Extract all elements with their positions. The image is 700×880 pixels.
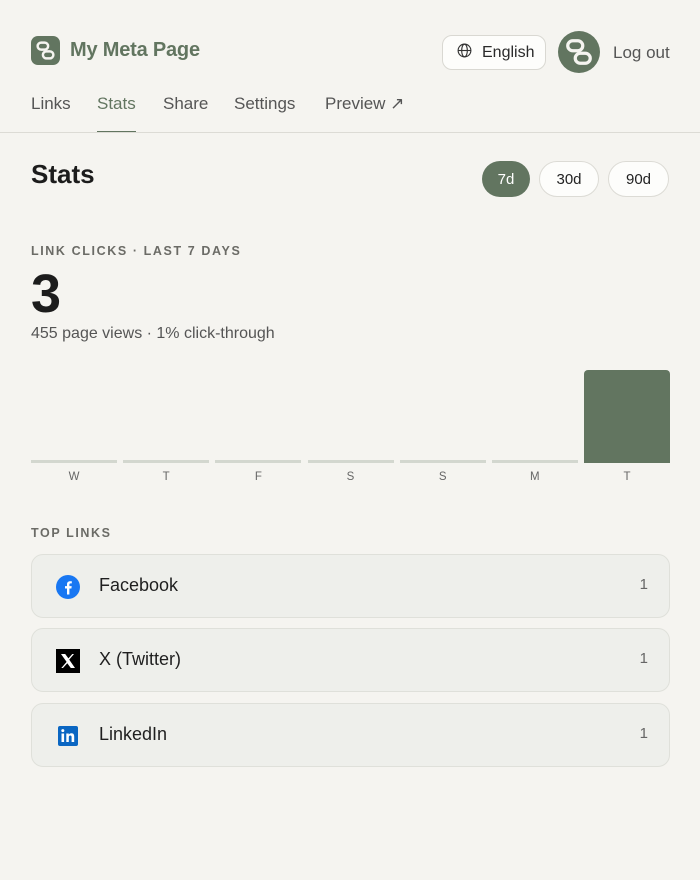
link-clicks-label: LINK CLICKS · LAST 7 DAYS [31, 244, 242, 258]
tab-stats[interactable]: Stats [97, 94, 136, 133]
top-link-count: 1 [639, 576, 648, 593]
linkedin-icon [56, 724, 80, 748]
range-7d-button[interactable]: 7d [482, 161, 530, 197]
range-30d-button[interactable]: 30d [539, 161, 599, 197]
chart-day-label: S [438, 471, 447, 483]
chart-bar [584, 370, 670, 463]
link-clicks-total: 3 [31, 264, 62, 324]
chart-bar [399, 460, 486, 463]
chart-day-label: M [530, 471, 540, 483]
top-link-count: 1 [639, 725, 648, 742]
tab-preview[interactable]: Preview ↗ [325, 94, 404, 133]
chart-bar [307, 460, 394, 463]
chart-bar [123, 460, 210, 463]
clicks-bar-chart: WTFSSMT [31, 365, 670, 490]
page-views-subline: 455 page views · 1% click-through [31, 325, 275, 342]
chart-day-label: S [346, 471, 355, 483]
globe-icon [456, 42, 473, 64]
tab-share[interactable]: Share [163, 94, 208, 133]
top-link-item-x-twitter[interactable]: X (Twitter) 1 [31, 628, 670, 692]
top-links-label: TOP LINKS [31, 526, 112, 540]
header: My Meta Page English Log out [31, 31, 670, 73]
top-link-item-linkedin[interactable]: LinkedIn 1 [31, 703, 670, 767]
tabs-divider [0, 132, 700, 133]
chart-bar [491, 460, 578, 463]
chart-bar [31, 460, 117, 463]
brand-home-link[interactable]: My Meta Page [31, 36, 200, 65]
top-link-name: LinkedIn [99, 724, 168, 744]
chain-link-logo-icon [31, 36, 60, 65]
language-label: English [482, 43, 535, 61]
avatar[interactable] [558, 31, 600, 73]
x-twitter-icon [56, 649, 80, 673]
top-link-name: Facebook [99, 575, 179, 595]
range-90d-button[interactable]: 90d [608, 161, 669, 197]
facebook-icon [56, 575, 80, 599]
top-link-name: X (Twitter) [99, 649, 182, 669]
top-link-item-facebook[interactable]: Facebook 1 [31, 554, 670, 618]
chart-day-label: W [68, 471, 80, 483]
page-title: Stats [31, 159, 95, 189]
language-selector-button[interactable]: English [442, 35, 546, 70]
tab-links[interactable]: Links [31, 94, 71, 133]
top-link-count: 1 [639, 650, 648, 667]
logout-link[interactable]: Log out [613, 43, 670, 63]
tab-settings[interactable]: Settings [234, 94, 295, 133]
chart-day-label: T [623, 471, 631, 483]
nav-tabs: Links Stats Share Settings Preview ↗ [31, 92, 670, 133]
chart-bar [215, 460, 302, 463]
chart-day-label: T [162, 471, 170, 483]
chart-day-label: F [254, 471, 262, 483]
brand-name: My Meta Page [70, 39, 200, 61]
